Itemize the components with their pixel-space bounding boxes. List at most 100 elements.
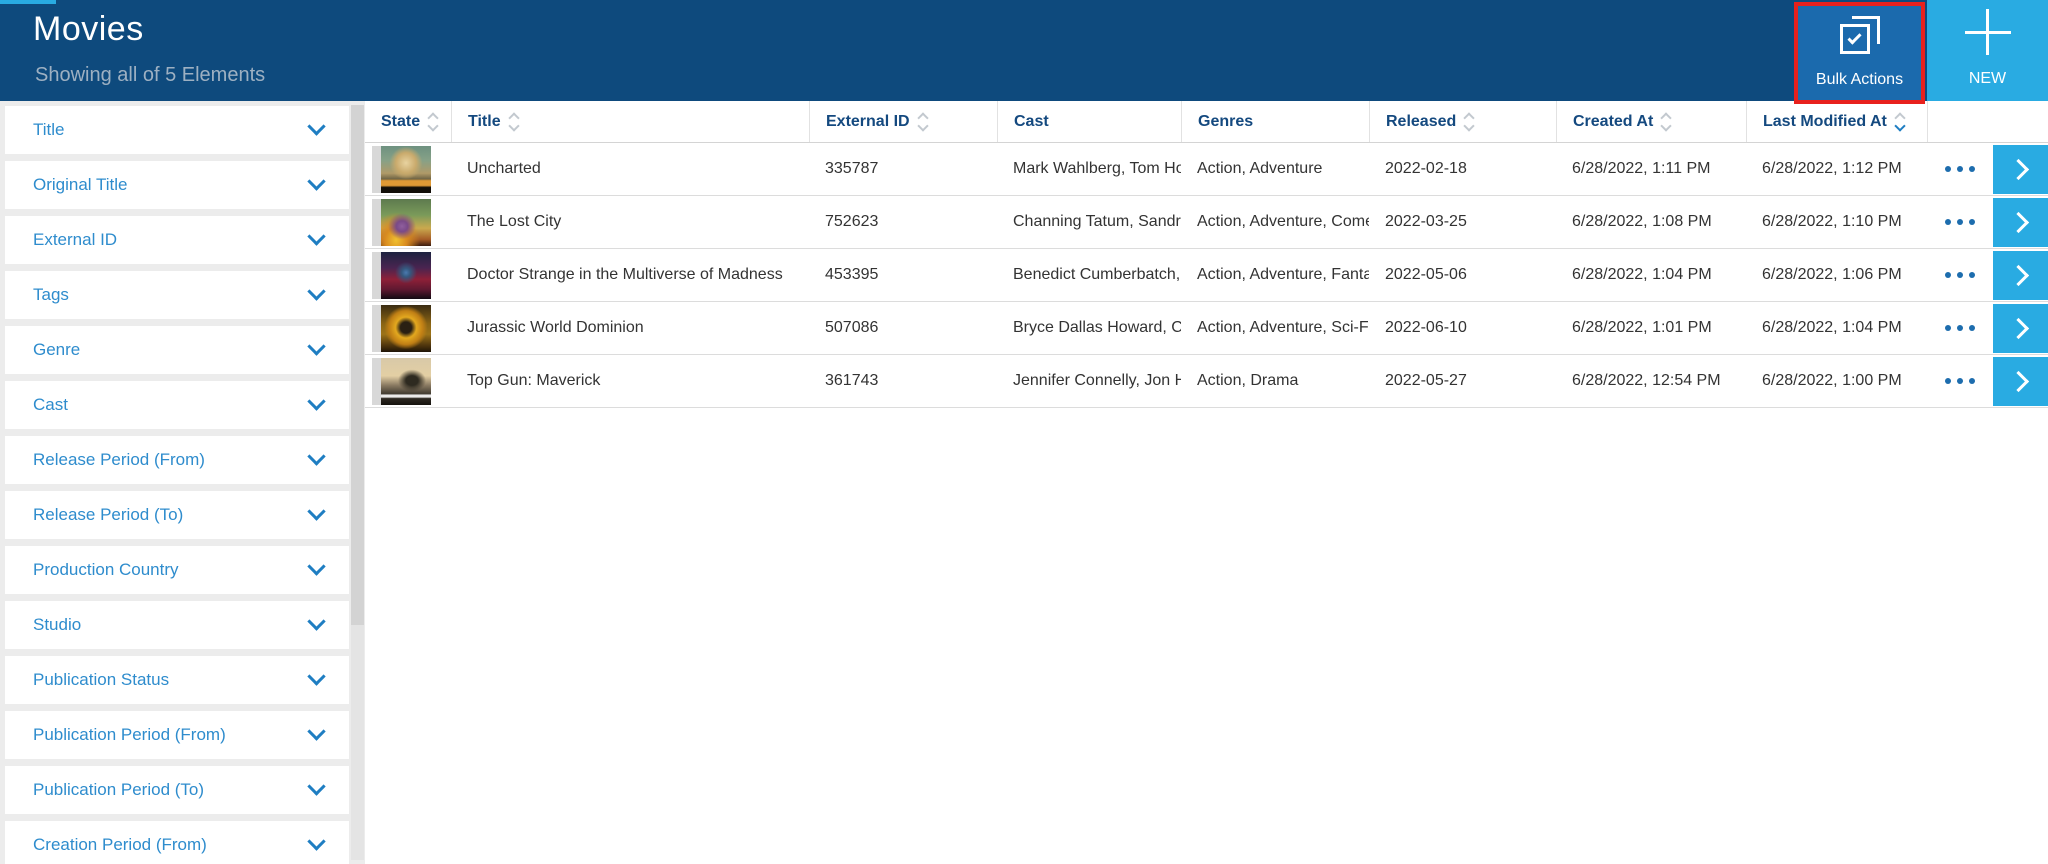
open-row-button[interactable] [1993,198,2048,247]
column-header-open [1993,101,2048,142]
sort-icon[interactable] [1662,114,1670,130]
new-button[interactable]: NEW [1927,0,2048,101]
state-indicator [372,146,381,193]
external-id-cell: 752623 [809,213,997,231]
filter-release-period-to[interactable]: Release Period (To) [5,491,349,539]
open-row-button[interactable] [1993,145,2048,194]
bulk-actions-icon [1840,16,1880,54]
movie-poster [381,358,431,405]
chevron-down-icon [307,172,325,190]
created-at-cell: 6/28/2022, 1:01 PM [1556,319,1746,337]
released-cell: 2022-05-06 [1369,266,1556,284]
cast-cell: Benedict Cumberbatch, C… [997,266,1181,284]
column-header-cast: Cast [997,101,1181,142]
state-indicator [372,252,381,299]
chevron-right-icon [2008,264,2029,285]
sort-icon[interactable] [1465,114,1473,130]
new-button-label: NEW [1927,70,2048,88]
column-header-genres: Genres [1181,101,1369,142]
filter-label: Publication Status [33,670,169,690]
created-at-cell: 6/28/2022, 1:11 PM [1556,160,1746,178]
external-id-cell: 453395 [809,266,997,284]
column-header-created-at[interactable]: Created At [1556,101,1746,142]
filter-publication-status[interactable]: Publication Status [5,656,349,704]
state-cell [365,143,451,196]
movie-poster [381,199,431,246]
sort-icon-active-desc[interactable] [1896,114,1904,130]
state-indicator [372,305,381,352]
last-modified-cell: 6/28/2022, 1:10 PM [1746,213,1927,231]
table-row[interactable]: The Lost City 752623 Channing Tatum, San… [365,196,2048,249]
sidebar-scrollbar-thumb[interactable] [351,105,364,625]
created-at-cell: 6/28/2022, 1:08 PM [1556,213,1746,231]
chevron-down-icon [307,447,325,465]
filter-genre[interactable]: Genre [5,326,349,374]
movie-poster [381,252,431,299]
filter-label: Tags [33,285,69,305]
page-header: Movies Showing all of 5 Elements Bulk Ac… [0,0,2048,101]
state-indicator [372,358,381,405]
column-label: Created At [1573,113,1653,131]
row-actions-button[interactable] [1927,249,1993,302]
filter-cast[interactable]: Cast [5,381,349,429]
filter-publication-period-to[interactable]: Publication Period (To) [5,766,349,814]
chevron-down-icon [307,227,325,245]
genres-cell: Action, Drama [1181,372,1369,390]
row-actions-button[interactable] [1927,355,1993,408]
sort-icon[interactable] [429,114,437,130]
last-modified-cell: 6/28/2022, 1:04 PM [1746,319,1927,337]
filter-label: Publication Period (From) [33,725,226,745]
top-accent-strip [0,0,56,4]
chevron-right-icon [2008,211,2029,232]
column-label: Genres [1198,113,1253,131]
plus-icon [1965,9,2011,55]
filter-label: Release Period (To) [33,505,183,525]
checkmark-icon [1847,30,1861,44]
filter-original-title[interactable]: Original Title [5,161,349,209]
movie-poster [381,146,431,193]
external-id-cell: 507086 [809,319,997,337]
filter-title[interactable]: Title [5,106,349,154]
column-header-released[interactable]: Released [1369,101,1556,142]
row-actions-button[interactable] [1927,143,1993,196]
filter-production-country[interactable]: Production Country [5,546,349,594]
row-actions-button[interactable] [1927,196,1993,249]
movie-poster [381,305,431,352]
created-at-cell: 6/28/2022, 1:04 PM [1556,266,1746,284]
released-cell: 2022-03-25 [1369,213,1556,231]
filter-studio[interactable]: Studio [5,601,349,649]
column-header-external-id[interactable]: External ID [809,101,997,142]
filter-label: Publication Period (To) [33,780,204,800]
filter-tags[interactable]: Tags [5,271,349,319]
column-header-title[interactable]: Title [451,101,809,142]
open-row-button[interactable] [1993,357,2048,406]
row-actions-button[interactable] [1927,302,1993,355]
table-row[interactable]: Top Gun: Maverick 361743 Jennifer Connel… [365,355,2048,408]
column-label: Last Modified At [1763,113,1887,131]
chevron-right-icon [2008,158,2029,179]
sort-icon[interactable] [510,114,518,130]
cast-cell: Bryce Dallas Howard, Chri… [997,319,1181,337]
table-row[interactable]: Jurassic World Dominion 507086 Bryce Dal… [365,302,2048,355]
sidebar-scrollbar[interactable] [351,105,364,860]
bulk-actions-button[interactable]: Bulk Actions [1794,2,1925,104]
chevron-down-icon [307,337,325,355]
filter-label: Release Period (From) [33,450,205,470]
filter-publication-period-from[interactable]: Publication Period (From) [5,711,349,759]
column-header-last-modified-at[interactable]: Last Modified At [1746,101,1927,142]
table-row[interactable]: Doctor Strange in the Multiverse of Madn… [365,249,2048,302]
filter-release-period-from[interactable]: Release Period (From) [5,436,349,484]
table-row[interactable]: Uncharted 335787 Mark Wahlberg, Tom Holl… [365,143,2048,196]
chevron-down-icon [307,392,325,410]
column-header-state[interactable]: State [365,101,451,142]
open-row-button[interactable] [1993,304,2048,353]
open-row-button[interactable] [1993,251,2048,300]
filter-creation-period-from[interactable]: Creation Period (From) [5,821,349,864]
state-indicator [372,199,381,246]
released-cell: 2022-02-18 [1369,160,1556,178]
movies-table: State Title External ID Cast Genres Rele… [365,101,2048,864]
sort-icon[interactable] [919,114,927,130]
filter-label: Production Country [33,560,179,580]
filter-external-id[interactable]: External ID [5,216,349,264]
filter-label: Original Title [33,175,127,195]
